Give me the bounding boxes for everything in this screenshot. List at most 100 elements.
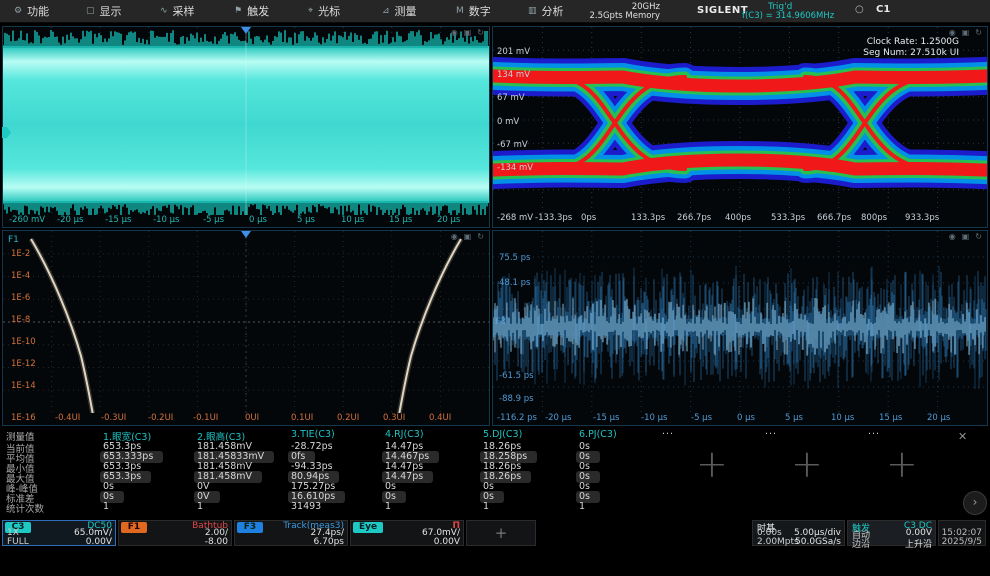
maximize-icon[interactable]: ▣ bbox=[962, 28, 970, 37]
clock-box[interactable]: 15:02:07 2025/9/5 bbox=[938, 520, 986, 546]
panel-bathtub[interactable]: F1 ◉ ▣ ↻ 1E-2 1E-4 1E-6 1E-8 1E-10 1E-12… bbox=[2, 230, 490, 426]
plus-icon: + bbox=[495, 524, 508, 542]
add-trace-box[interactable]: + bbox=[466, 520, 536, 546]
maximize-icon[interactable]: ▣ bbox=[962, 232, 970, 241]
capture-icon[interactable]: ◉ bbox=[949, 28, 956, 37]
memory-label: 2.5Gpts Memory bbox=[589, 11, 660, 21]
capture-icon[interactable]: ◉ bbox=[451, 232, 458, 241]
menu-bar: ⚙功能 ▢显示 ∿采样 ⚑触发 ⌖光标 ⊿测量 M数字 ▥分析 20GHz 2.… bbox=[0, 0, 990, 23]
axis-label: 15 μs bbox=[879, 413, 902, 423]
capture-icon[interactable]: ◉ bbox=[949, 232, 956, 241]
panel-eye-diagram[interactable]: ◉ ▣ ↻ Clock Rate: 1.2500G Seg Num: 27.51… bbox=[492, 26, 988, 228]
axis-label: -268 mV bbox=[497, 213, 533, 223]
axis-label: -0.3UI bbox=[101, 413, 126, 423]
axis-label: 15 μs bbox=[389, 215, 412, 225]
axis-label: 1E-16 bbox=[11, 413, 36, 423]
panel-toolbar: ◉ ▣ ↻ bbox=[451, 232, 484, 241]
axis-label: 0.2UI bbox=[337, 413, 359, 423]
panel-toolbar: ◉ ▣ ↻ bbox=[949, 232, 982, 241]
trigger-box[interactable]: 触发 C3 DC 自动 0.00V 边沿 上升沿 bbox=[847, 520, 936, 546]
axis-label: -5 μs bbox=[691, 413, 712, 423]
axis-label: -10 μs bbox=[641, 413, 667, 423]
axis-label: -20 μs bbox=[57, 215, 83, 225]
eye-stats: Clock Rate: 1.2500G Seg Num: 27.510k UI bbox=[863, 37, 959, 59]
panel-tie-track[interactable]: F3 ◉ ▣ ↻ 75.5 ps 48.1 ps -61.5 ps -88.9 … bbox=[492, 230, 988, 426]
menu-display[interactable]: ▢显示 bbox=[86, 0, 122, 22]
column-header[interactable]: 3.TIE(C3) bbox=[291, 429, 335, 440]
trace-box-eye[interactable]: Eye Π 67.0mV/ 0.00V bbox=[350, 520, 464, 546]
menu-function[interactable]: ⚙功能 bbox=[14, 0, 49, 22]
close-table-icon[interactable]: ✕ bbox=[958, 430, 967, 443]
channel-box-c3[interactable]: C3 DC50 1X 65.0mV/ FULL 0.00V bbox=[2, 520, 116, 546]
axis-label: 0.4UI bbox=[429, 413, 451, 423]
axis-label: 0.1UI bbox=[291, 413, 313, 423]
maximize-icon[interactable]: ▣ bbox=[464, 232, 472, 241]
panel-waveform-c3[interactable]: ◉ ▣ ↻ -260 mV -20 μs -15 μs -10 μs -5 μs… bbox=[2, 26, 490, 228]
empty-measure-slot[interactable]: ··· bbox=[868, 429, 880, 440]
column-header[interactable]: 5.DJ(C3) bbox=[483, 429, 522, 440]
axis-label: 1E-4 bbox=[11, 271, 30, 281]
axis-label: -5 μs bbox=[203, 215, 224, 225]
column-header[interactable]: 6.PJ(C3) bbox=[579, 429, 617, 440]
trace-box-f3[interactable]: F3 Track(meas3) 27.4ps/ 6.70ps bbox=[234, 520, 348, 546]
axis-label: 0 μs bbox=[737, 413, 755, 423]
ruler-icon: ⊿ bbox=[382, 6, 390, 16]
axis-label: -116.2 ps bbox=[497, 413, 537, 423]
menu-acquire[interactable]: ∿采样 bbox=[160, 0, 195, 22]
axis-label: 1E-6 bbox=[11, 293, 30, 303]
axis-label: 67 mV bbox=[497, 93, 525, 103]
table-header-row: 测量值 1.眼宽(C3) 2.眼高(C3) 3.TIE(C3) 4.RJ(C3)… bbox=[0, 429, 990, 440]
axis-label: 5 μs bbox=[785, 413, 803, 423]
tie-track-plot bbox=[493, 231, 987, 413]
axis-label: 134 mV bbox=[497, 70, 530, 80]
brand-logo: SIGLENT bbox=[697, 5, 748, 16]
status-circle-icon[interactable]: ○ bbox=[855, 4, 864, 15]
axis-label: -67 mV bbox=[497, 140, 528, 150]
empty-measure-slot[interactable]: ··· bbox=[765, 429, 777, 440]
axis-label: 800ps bbox=[861, 213, 887, 223]
axis-label: 400ps bbox=[725, 213, 751, 223]
axis-label: -61.5 ps bbox=[499, 371, 534, 381]
crosshair-icon: ⌖ bbox=[308, 6, 313, 16]
column-header[interactable]: 4.RJ(C3) bbox=[385, 429, 424, 440]
menu-trigger[interactable]: ⚑触发 bbox=[234, 0, 269, 22]
f1-badge: F1 bbox=[121, 522, 147, 533]
empty-measure-slot[interactable]: ··· bbox=[662, 429, 674, 440]
axis-label: 933.3ps bbox=[905, 213, 939, 223]
trace-label-f3[interactable]: F3 bbox=[495, 317, 506, 327]
axis-label: 48.1 ps bbox=[499, 278, 530, 288]
axis-label: -15 μs bbox=[593, 413, 619, 423]
sample-icon: ∿ bbox=[160, 6, 168, 16]
menu-cursor[interactable]: ⌖光标 bbox=[308, 0, 340, 22]
channel-selector[interactable]: C1 bbox=[876, 4, 890, 15]
trigger-position-marker[interactable] bbox=[241, 27, 251, 34]
bathtub-plot bbox=[3, 231, 489, 413]
trace-box-f1[interactable]: F1 Bathtub 2.00/ -8.00 bbox=[118, 520, 232, 546]
restore-icon[interactable]: ↻ bbox=[975, 232, 982, 241]
axis-label: 5 μs bbox=[297, 215, 315, 225]
axis-label: 266.7ps bbox=[677, 213, 711, 223]
axis-label: 75.5 ps bbox=[499, 253, 530, 263]
axis-label: 201 mV bbox=[497, 47, 530, 57]
measurement-table: 测量值 1.眼宽(C3) 2.眼高(C3) 3.TIE(C3) 4.RJ(C3)… bbox=[0, 428, 990, 518]
menu-analysis[interactable]: ▥分析 bbox=[528, 0, 564, 22]
maximize-icon[interactable]: ▣ bbox=[464, 28, 472, 37]
trigger-position-marker[interactable] bbox=[241, 231, 251, 238]
add-measurement-button[interactable]: + bbox=[886, 442, 918, 486]
add-measurement-button[interactable]: + bbox=[696, 442, 728, 486]
gear-icon: ⚙ bbox=[14, 6, 22, 16]
capture-icon[interactable]: ◉ bbox=[451, 28, 458, 37]
f3-badge: F3 bbox=[237, 522, 263, 533]
axis-label: -260 mV bbox=[9, 215, 45, 225]
menu-digital[interactable]: M数字 bbox=[456, 0, 491, 22]
axis-label: 1E-10 bbox=[11, 337, 36, 347]
seg-num-readout: Seg Num: 27.510k UI bbox=[863, 48, 959, 59]
menu-measure[interactable]: ⊿测量 bbox=[382, 0, 417, 22]
restore-icon[interactable]: ↻ bbox=[477, 28, 484, 37]
add-measurement-button[interactable]: + bbox=[791, 442, 823, 486]
restore-icon[interactable]: ↻ bbox=[975, 28, 982, 37]
side-panel-toggle[interactable]: › bbox=[963, 491, 987, 515]
timebase-box[interactable]: 时基 0.00s 5.00μs/div 2.00Mpts 50.0GSa/s bbox=[752, 520, 845, 546]
axis-label: 1E-12 bbox=[11, 359, 36, 369]
restore-icon[interactable]: ↻ bbox=[477, 232, 484, 241]
